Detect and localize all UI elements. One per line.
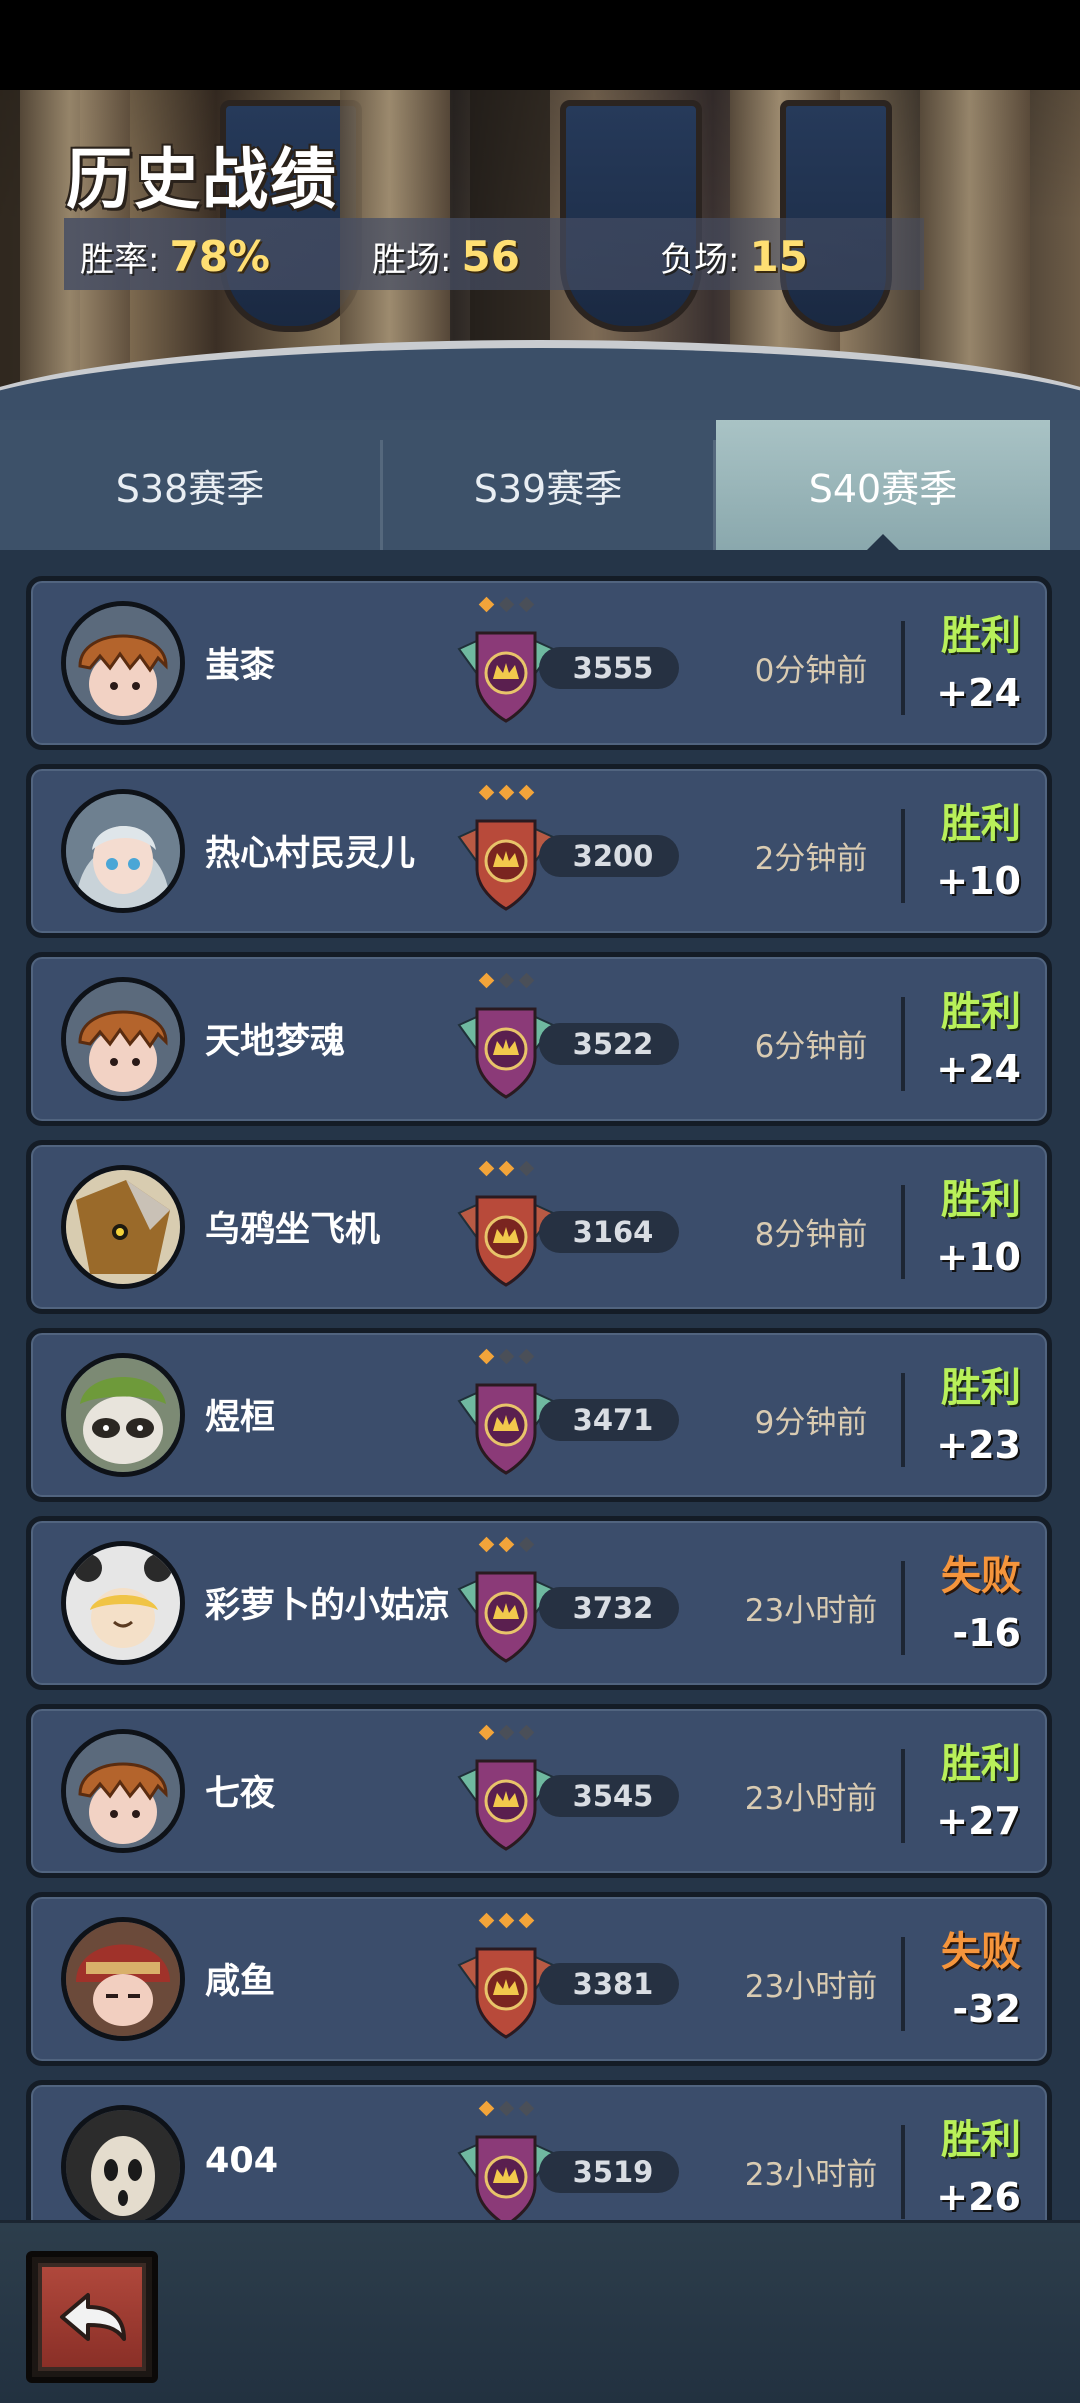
match-time: 23小时前: [744, 1969, 878, 2005]
rank-score: 3519: [539, 2151, 679, 2193]
tab-s40[interactable]: S40赛季: [716, 420, 1050, 552]
match-row[interactable]: 煜桓 3471 9分钟前 胜利 +23: [26, 1328, 1052, 1502]
score-delta: +26: [936, 2175, 1021, 2219]
rank-score: 3545: [539, 1775, 679, 1817]
match-row[interactable]: 蚩桼 3555 0分钟前 胜利 +24: [26, 576, 1052, 750]
score-delta: +23: [936, 1423, 1021, 1467]
match-row[interactable]: 404 3519 23小时前 胜利 +26: [26, 2080, 1052, 2220]
rank-score: 3381: [539, 1963, 679, 2005]
back-arrow-icon: [38, 2263, 146, 2371]
match-result: 胜利: [941, 1741, 1021, 1787]
rank-score: 3471: [539, 1399, 679, 1441]
tab-s38[interactable]: S38赛季: [0, 420, 380, 550]
win-rate-value: 78%: [169, 232, 270, 281]
match-time: 6分钟前: [754, 1029, 868, 1065]
rank-score: 3732: [539, 1587, 679, 1629]
player-avatar: [61, 2105, 185, 2220]
player-name: 蚩桼: [205, 646, 276, 686]
match-time: 8分钟前: [754, 1217, 868, 1253]
row-divider: [901, 1373, 905, 1467]
match-row[interactable]: 七夜 3545 23小时前 胜利 +27: [26, 1704, 1052, 1878]
row-divider: [901, 1749, 905, 1843]
match-result: 胜利: [941, 1365, 1021, 1411]
tab-s39-label: S39赛季: [473, 466, 623, 511]
match-row[interactable]: 热心村民灵儿 3200 2分钟前 胜利 +10: [26, 764, 1052, 938]
player-avatar: [61, 977, 185, 1101]
player-avatar: [61, 789, 185, 913]
rank-score: 3522: [539, 1023, 679, 1065]
bottom-bar: [0, 2220, 1080, 2403]
player-name: 乌鸦坐飞机: [205, 1210, 381, 1250]
match-result: 失败: [941, 1929, 1021, 1975]
score-delta: -32: [952, 1987, 1021, 2031]
match-result: 胜利: [941, 989, 1021, 1035]
match-time: 23小时前: [744, 1593, 878, 1629]
status-bar: [0, 0, 1080, 90]
score-delta: +10: [936, 1235, 1021, 1279]
win-rate-stat: 胜率: 78%: [80, 232, 270, 281]
row-divider: [901, 1937, 905, 2031]
score-delta: +24: [936, 671, 1021, 715]
season-tabs: S38赛季 S39赛季 S40赛季: [0, 420, 1080, 552]
rank-score: 3555: [539, 647, 679, 689]
rank-score: 3200: [539, 835, 679, 877]
player-avatar: [61, 601, 185, 725]
match-result: 胜利: [941, 613, 1021, 659]
match-time: 23小时前: [744, 1781, 878, 1817]
player-avatar: [61, 1541, 185, 1665]
losses-stat: 负场: 15: [660, 232, 808, 281]
score-delta: -16: [952, 1611, 1021, 1655]
match-history-list[interactable]: 蚩桼 3555 0分钟前 胜利 +24 热心村民灵儿 3200 2分钟前 胜利 +10 天地梦魂 35…: [0, 550, 1080, 2220]
player-name: 煜桓: [205, 1398, 276, 1438]
player-avatar: [61, 1353, 185, 1477]
match-row[interactable]: 咸鱼 3381 23小时前 失败 -32: [26, 1892, 1052, 2066]
wins-value: 56: [461, 232, 520, 281]
player-name: 咸鱼: [205, 1962, 276, 2002]
player-name: 热心村民灵儿: [205, 834, 416, 874]
win-rate-label: 胜率:: [80, 240, 160, 280]
row-divider: [901, 1561, 905, 1655]
tab-s40-label: S40赛季: [808, 466, 958, 511]
row-divider: [901, 621, 905, 715]
player-name: 七夜: [205, 1774, 276, 1814]
tab-s38-label: S38赛季: [115, 466, 265, 511]
match-row[interactable]: 天地梦魂 3522 6分钟前 胜利 +24: [26, 952, 1052, 1126]
match-row[interactable]: 彩萝卜的小姑凉 3732 23小时前 失败 -16: [26, 1516, 1052, 1690]
match-time: 2分钟前: [754, 841, 868, 877]
player-name: 天地梦魂: [205, 1022, 346, 1062]
match-result: 胜利: [941, 1177, 1021, 1223]
wins-stat: 胜场: 56: [372, 232, 520, 281]
player-avatar: [61, 1165, 185, 1289]
player-name: 404: [205, 2141, 279, 2181]
match-time: 9分钟前: [754, 1405, 868, 1441]
score-delta: +24: [936, 1047, 1021, 1091]
match-result: 失败: [941, 1553, 1021, 1599]
match-time: 23小时前: [744, 2157, 878, 2193]
score-delta: +10: [936, 859, 1021, 903]
tab-s39[interactable]: S39赛季: [383, 420, 713, 550]
stats-bar: 胜率: 78% 胜场: 56 负场: 15: [64, 218, 924, 290]
wins-label: 胜场:: [372, 240, 452, 280]
match-time: 0分钟前: [754, 653, 868, 689]
losses-label: 负场:: [660, 240, 740, 280]
page-title: 历史战绩: [66, 141, 338, 218]
rank-score: 3164: [539, 1211, 679, 1253]
player-avatar: [61, 1917, 185, 2041]
row-divider: [901, 1185, 905, 1279]
score-delta: +27: [936, 1799, 1021, 1843]
row-divider: [901, 2125, 905, 2219]
match-result: 胜利: [941, 801, 1021, 847]
row-divider: [901, 997, 905, 1091]
player-avatar: [61, 1729, 185, 1853]
match-row[interactable]: 乌鸦坐飞机 3164 8分钟前 胜利 +10: [26, 1140, 1052, 1314]
row-divider: [901, 809, 905, 903]
player-name: 彩萝卜的小姑凉: [205, 1586, 451, 1626]
match-result: 胜利: [941, 2117, 1021, 2163]
losses-value: 15: [749, 232, 808, 281]
back-button[interactable]: [26, 2251, 158, 2383]
